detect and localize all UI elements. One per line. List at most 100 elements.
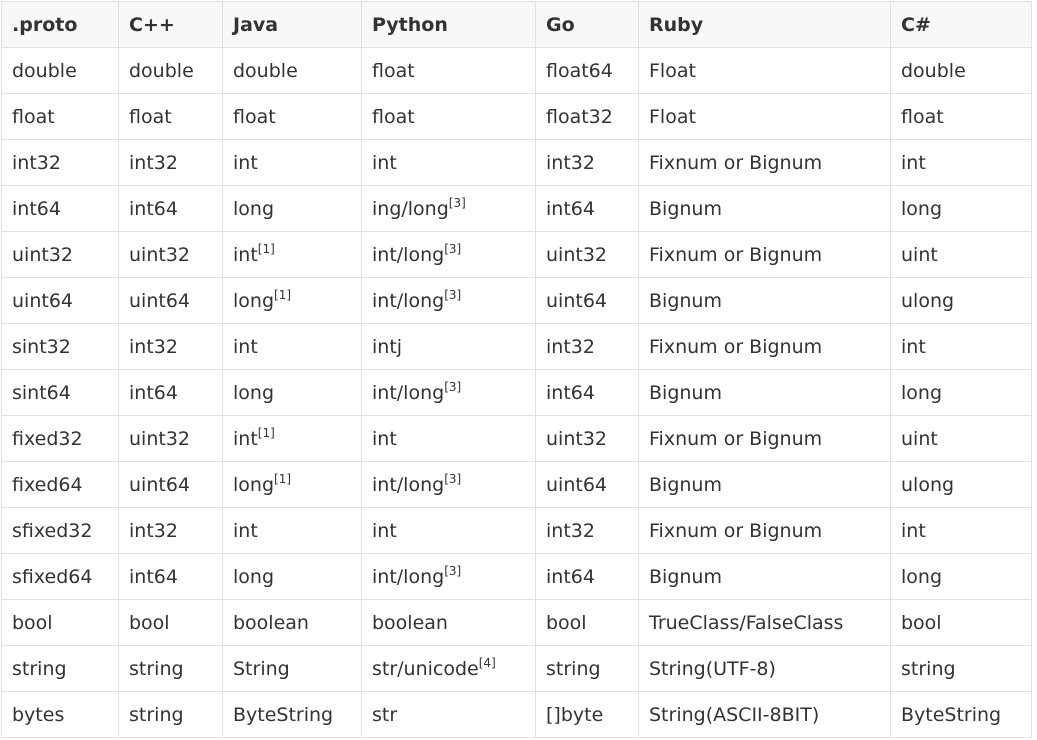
cell-text: float bbox=[901, 105, 944, 128]
table-cell-ruby: TrueClass/FalseClass bbox=[638, 599, 891, 646]
table-cell-python: int bbox=[361, 507, 536, 554]
cell-text: bool bbox=[901, 611, 942, 634]
cell-text: sint64 bbox=[12, 381, 71, 404]
table-cell-go: uint32 bbox=[535, 231, 639, 278]
cell-text: int64 bbox=[129, 565, 178, 588]
cell-text: uint32 bbox=[546, 427, 607, 450]
table-cell-python: int/long[3] bbox=[361, 461, 536, 508]
table-cell-java: long bbox=[222, 553, 362, 600]
table-cell-ruby: Fixnum or Bignum bbox=[638, 323, 891, 370]
table-cell-ruby: Bignum bbox=[638, 277, 891, 324]
table-cell-cpp: int32 bbox=[118, 507, 223, 554]
table-cell-python: str/unicode[4] bbox=[361, 645, 536, 692]
cell-text: int32 bbox=[546, 519, 595, 542]
table-row: uint32 uint32 int[1] int/long[3] uint32 Fixnu… bbox=[1, 231, 1032, 278]
table-cell-proto: uint64 bbox=[1, 277, 119, 324]
table-cell-python: int/long[3] bbox=[361, 553, 536, 600]
table-cell-csharp: int bbox=[890, 323, 1032, 370]
table-row: uint64 uint64 long[1] int/long[3] uint64 Bign… bbox=[1, 277, 1032, 324]
cell-text: boolean bbox=[372, 611, 448, 634]
table-body: double double double float float64 Float doubl… bbox=[1, 47, 1032, 738]
cell-text: Fixnum or Bignum bbox=[649, 427, 823, 450]
cell-text: fixed32 bbox=[12, 427, 83, 450]
table-cell-cpp: uint64 bbox=[118, 277, 223, 324]
column-header-java: Java bbox=[222, 1, 362, 48]
cell-text: float bbox=[129, 105, 172, 128]
table-cell-csharp: ulong bbox=[890, 277, 1032, 324]
cell-text: uint32 bbox=[129, 427, 190, 450]
footnote-reference: [1] bbox=[274, 287, 292, 302]
cell-text: uint64 bbox=[546, 289, 607, 312]
cell-text: str/unicode bbox=[372, 657, 479, 680]
cell-text: string bbox=[129, 657, 184, 680]
table-cell-python: int/long[3] bbox=[361, 277, 536, 324]
cell-text: int32 bbox=[129, 151, 178, 174]
table-cell-ruby: Fixnum or Bignum bbox=[638, 139, 891, 186]
table-cell-ruby: Bignum bbox=[638, 461, 891, 508]
table-cell-ruby: Fixnum or Bignum bbox=[638, 415, 891, 462]
table-cell-go: int32 bbox=[535, 323, 639, 370]
footnote-reference: [3] bbox=[444, 563, 462, 578]
type-mapping-table-container: .proto C++ Java Python Go Ruby C# double double… bbox=[1, 1, 1032, 738]
cell-text: int bbox=[372, 519, 397, 542]
cell-text: Bignum bbox=[649, 565, 722, 588]
cell-text: int32 bbox=[12, 151, 61, 174]
cell-text: long bbox=[233, 197, 275, 220]
column-header-ruby: Ruby bbox=[638, 1, 891, 48]
table-row: bytes string ByteString str []byte String(ASC… bbox=[1, 691, 1032, 738]
table-header: .proto C++ Java Python Go Ruby C# bbox=[1, 1, 1032, 48]
table-cell-csharp: string bbox=[890, 645, 1032, 692]
cell-text: float bbox=[372, 105, 415, 128]
cell-text: sfixed32 bbox=[12, 519, 93, 542]
table-cell-cpp: int64 bbox=[118, 369, 223, 416]
cell-text: string bbox=[129, 703, 184, 726]
table-cell-python: float bbox=[361, 93, 536, 140]
table-cell-java: int[1] bbox=[222, 231, 362, 278]
table-cell-java: String bbox=[222, 645, 362, 692]
table-cell-csharp: long bbox=[890, 553, 1032, 600]
table-row: float float float float float32 Float float bbox=[1, 93, 1032, 140]
table-cell-go: float32 bbox=[535, 93, 639, 140]
cell-text: long bbox=[233, 289, 275, 312]
cell-text: uint bbox=[901, 243, 938, 266]
table-cell-go: float64 bbox=[535, 47, 639, 94]
cell-text: bool bbox=[546, 611, 587, 634]
cell-text: Fixnum or Bignum bbox=[649, 243, 823, 266]
cell-text: TrueClass/FalseClass bbox=[649, 611, 844, 634]
table-cell-cpp: int64 bbox=[118, 185, 223, 232]
cell-text: uint32 bbox=[12, 243, 73, 266]
column-header-csharp: C# bbox=[890, 1, 1032, 48]
cell-text: uint64 bbox=[129, 289, 190, 312]
cell-text: uint64 bbox=[129, 473, 190, 496]
cell-text: long bbox=[901, 197, 943, 220]
table-cell-cpp: uint64 bbox=[118, 461, 223, 508]
cell-text: String bbox=[233, 657, 290, 680]
cell-text: float bbox=[233, 105, 276, 128]
cell-text: uint32 bbox=[546, 243, 607, 266]
table-row: int32 int32 int int int32 Fixnum or Bignum int bbox=[1, 139, 1032, 186]
footnote-reference: [3] bbox=[448, 195, 466, 210]
cell-text: String(ASCII-8BIT) bbox=[649, 703, 820, 726]
cell-text: string bbox=[546, 657, 601, 680]
table-cell-java: float bbox=[222, 93, 362, 140]
cell-text: int bbox=[233, 519, 258, 542]
cell-text: Bignum bbox=[649, 381, 722, 404]
footnote-reference: [3] bbox=[444, 241, 462, 256]
table-cell-cpp: double bbox=[118, 47, 223, 94]
cell-text: uint bbox=[901, 427, 938, 450]
cell-text: Float bbox=[649, 105, 696, 128]
cell-text: int bbox=[372, 427, 397, 450]
table-cell-cpp: string bbox=[118, 691, 223, 738]
table-cell-ruby: Fixnum or Bignum bbox=[638, 507, 891, 554]
cell-text: uint32 bbox=[129, 243, 190, 266]
footnote-reference: [4] bbox=[478, 655, 496, 670]
table-cell-csharp: uint bbox=[890, 231, 1032, 278]
table-cell-python: boolean bbox=[361, 599, 536, 646]
table-row: int64 int64 long ing/long[3] int64 Bignum long bbox=[1, 185, 1032, 232]
cell-text: int32 bbox=[129, 519, 178, 542]
cell-text: int bbox=[233, 151, 258, 174]
table-cell-go: int64 bbox=[535, 553, 639, 600]
table-cell-java: long[1] bbox=[222, 461, 362, 508]
cell-text: Fixnum or Bignum bbox=[649, 335, 823, 358]
cell-text: long bbox=[233, 473, 275, 496]
